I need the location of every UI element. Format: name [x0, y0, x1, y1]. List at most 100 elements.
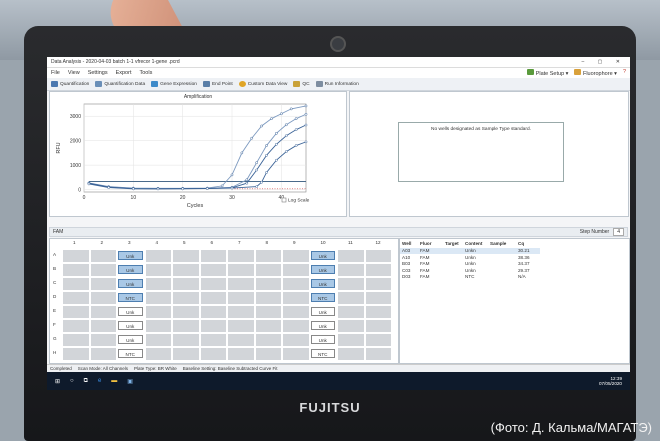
plate-well[interactable]: Unk	[310, 265, 335, 274]
plate-column-header[interactable]: 7	[238, 240, 241, 245]
search-icon[interactable]: ○	[70, 378, 74, 384]
plate-column-header[interactable]: 11	[348, 240, 353, 245]
table-header[interactable]: Fluor	[420, 241, 431, 246]
plate-well-empty[interactable]	[365, 320, 391, 332]
plate-well-empty[interactable]	[90, 250, 116, 262]
plate-well-empty[interactable]	[173, 278, 199, 290]
help-icon[interactable]: ?	[623, 69, 626, 77]
app-icon[interactable]: ▣	[127, 378, 133, 385]
plate-well-empty[interactable]	[228, 306, 254, 318]
plate-column-header[interactable]: 5	[183, 240, 186, 245]
plate-well-empty[interactable]	[173, 334, 199, 346]
plate-well-empty[interactable]	[365, 348, 391, 360]
plate-well-empty[interactable]	[255, 278, 281, 290]
menu-file[interactable]: File	[51, 70, 60, 76]
step-number-select[interactable]: 4	[613, 228, 624, 236]
plate-column-header[interactable]: 4	[156, 240, 159, 245]
window-controls-icon[interactable]: – ▢ ✕	[582, 59, 626, 65]
plate-well-empty[interactable]	[200, 292, 226, 304]
plate-row-header[interactable]: F	[53, 322, 56, 327]
plate-row-header[interactable]: C	[53, 280, 56, 285]
log-scale-checkbox[interactable]	[281, 197, 287, 203]
plate-well[interactable]: Unk	[118, 251, 143, 260]
plate-well-empty[interactable]	[200, 306, 226, 318]
plate-well-empty[interactable]	[200, 320, 226, 332]
plate-well-empty[interactable]	[283, 306, 309, 318]
plate-well[interactable]: Unk	[310, 321, 335, 330]
plate-well-empty[interactable]	[90, 348, 116, 360]
menu-view[interactable]: View	[68, 70, 80, 76]
plate-well[interactable]: Unk	[310, 335, 335, 344]
plate-well-empty[interactable]	[338, 306, 364, 318]
plate-well-empty[interactable]	[63, 320, 89, 332]
plate-well-empty[interactable]	[338, 334, 364, 346]
plate-well-empty[interactable]	[173, 250, 199, 262]
plate-well[interactable]: Unk	[118, 335, 143, 344]
plate-well-empty[interactable]	[145, 320, 171, 332]
plate-column-header[interactable]: 12	[376, 240, 381, 245]
plate-well-empty[interactable]	[145, 348, 171, 360]
menu-export[interactable]: Export	[116, 70, 132, 76]
plate-well[interactable]: Unk	[310, 251, 335, 260]
tab-quantification[interactable]: Quantification	[51, 81, 89, 87]
plate-well-empty[interactable]	[283, 250, 309, 262]
plate-well-empty[interactable]	[283, 292, 309, 304]
tab-run-information[interactable]: Run Information	[315, 81, 359, 87]
plate-column-header[interactable]: 10	[321, 240, 326, 245]
plate-row-header[interactable]: G	[53, 336, 57, 341]
plate-well-empty[interactable]	[200, 264, 226, 276]
plate-well-empty[interactable]	[145, 306, 171, 318]
tab-end-point[interactable]: End Point	[202, 81, 233, 87]
plate-well-empty[interactable]	[228, 250, 254, 262]
plate-well-empty[interactable]	[200, 250, 226, 262]
plate-well-empty[interactable]	[338, 250, 364, 262]
tab-custom-data-view[interactable]: Custom Data View	[238, 81, 287, 87]
plate-well-empty[interactable]	[63, 292, 89, 304]
plate-well-empty[interactable]	[90, 292, 116, 304]
edge-icon[interactable]: e	[98, 378, 101, 384]
plate-well-empty[interactable]	[173, 320, 199, 332]
tab-qc[interactable]: QC	[293, 81, 310, 87]
plate-well-empty[interactable]	[255, 292, 281, 304]
plate-well-empty[interactable]	[63, 278, 89, 290]
plate-well-empty[interactable]	[145, 250, 171, 262]
plate-column-header[interactable]: 8	[266, 240, 269, 245]
plate-well[interactable]: Unk	[118, 265, 143, 274]
plate-well[interactable]: NTC	[118, 349, 143, 358]
menu-tools[interactable]: Tools	[139, 70, 152, 76]
plate-well-empty[interactable]	[283, 348, 309, 360]
plate-well-empty[interactable]	[255, 264, 281, 276]
fluorophore-button[interactable]: Fluorophore ▾	[574, 69, 617, 77]
table-header[interactable]: Target	[445, 241, 459, 246]
task-view-icon[interactable]: ⧉	[84, 378, 88, 385]
plate-well[interactable]: NTC	[310, 293, 335, 302]
plate-well-empty[interactable]	[200, 334, 226, 346]
table-header[interactable]: Sample	[490, 241, 506, 246]
plate-row-header[interactable]: E	[53, 308, 56, 313]
plate-well-empty[interactable]	[283, 264, 309, 276]
plate-well-empty[interactable]	[365, 250, 391, 262]
plate-column-header[interactable]: 6	[211, 240, 214, 245]
plate-well-empty[interactable]	[90, 278, 116, 290]
plate-well[interactable]: Unk	[310, 307, 335, 316]
plate-well-empty[interactable]	[283, 334, 309, 346]
plate-well-empty[interactable]	[255, 306, 281, 318]
plate-well-empty[interactable]	[200, 278, 226, 290]
plate-column-header[interactable]: 2	[101, 240, 104, 245]
table-header[interactable]: Well	[402, 241, 411, 246]
plate-well-empty[interactable]	[228, 348, 254, 360]
plate-well-empty[interactable]	[365, 306, 391, 318]
plate-well-empty[interactable]	[283, 320, 309, 332]
plate-well-empty[interactable]	[228, 264, 254, 276]
folder-icon[interactable]: ▬	[111, 378, 117, 384]
plate-row-header[interactable]: B	[53, 266, 56, 271]
plate-well-empty[interactable]	[173, 306, 199, 318]
plate-well[interactable]: NTC	[118, 293, 143, 302]
plate-well-empty[interactable]	[338, 320, 364, 332]
clock[interactable]: 12:39 07/05/2020	[599, 376, 622, 386]
plate-well-empty[interactable]	[365, 278, 391, 290]
plate-well[interactable]: Unk	[118, 307, 143, 316]
plate-well-empty[interactable]	[228, 278, 254, 290]
plate-well-empty[interactable]	[145, 278, 171, 290]
plate-well-empty[interactable]	[228, 320, 254, 332]
